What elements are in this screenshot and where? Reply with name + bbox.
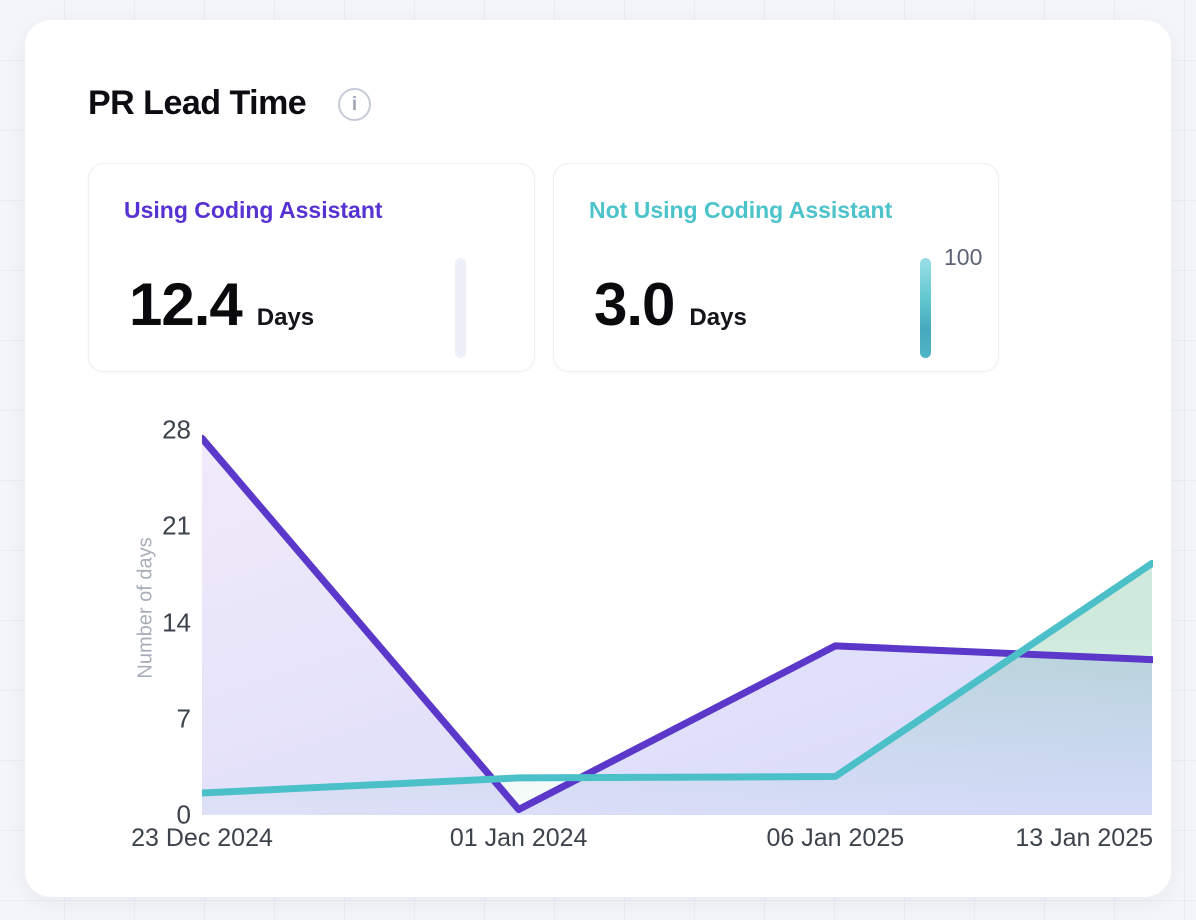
stat-value-row: 3.0 Days [594, 270, 747, 339]
stat-value: 3.0 [594, 270, 674, 339]
y-tick-label: 28 [162, 415, 191, 446]
y-axis-title: Number of days [135, 537, 158, 678]
stat-label: Not Using Coding Assistant [589, 197, 892, 224]
stat-label: Using Coding Assistant [124, 197, 383, 224]
y-tick-label: 21 [162, 511, 191, 542]
page-title: PR Lead Time [88, 84, 306, 123]
dashboard-canvas: PR Lead Time i Using Coding Assistant 12… [0, 0, 1196, 920]
stat-value: 12.4 [129, 270, 242, 339]
gauge-max-label: 100 [944, 244, 982, 271]
lead-time-chart[interactable] [202, 425, 1153, 815]
stat-card-not-using-assistant: Not Using Coding Assistant 3.0 Days 100 [553, 163, 999, 372]
gauge-bar [455, 258, 466, 358]
x-tick-label: 13 Jan 2025 [1015, 824, 1153, 853]
stat-unit: Days [257, 304, 314, 332]
x-tick-label: 01 Jan 2024 [450, 824, 588, 853]
info-icon[interactable]: i [338, 88, 371, 121]
y-tick-label: 7 [177, 703, 191, 734]
stat-unit: Days [689, 304, 746, 332]
gauge-bar [920, 258, 931, 358]
pr-lead-time-card: PR Lead Time i Using Coding Assistant 12… [25, 20, 1171, 897]
x-tick-label: 23 Dec 2024 [131, 824, 273, 853]
x-tick-label: 06 Jan 2025 [767, 824, 905, 853]
stat-card-using-assistant: Using Coding Assistant 12.4 Days [88, 163, 535, 372]
y-tick-label: 14 [162, 607, 191, 638]
stat-value-row: 12.4 Days [129, 270, 314, 339]
